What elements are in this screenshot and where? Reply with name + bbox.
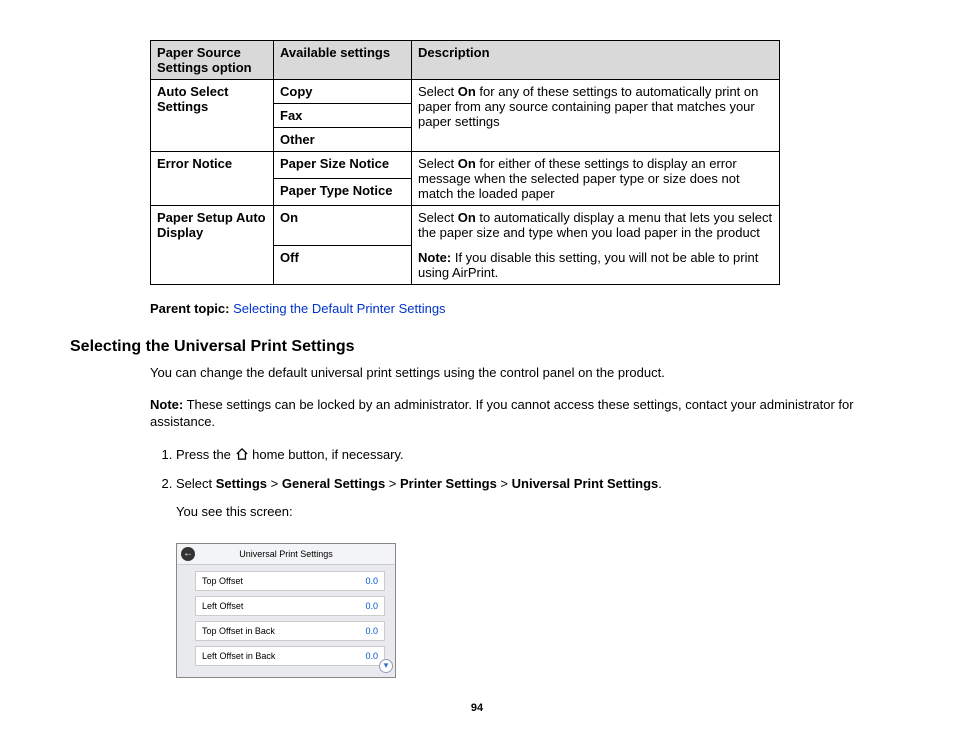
screen-row-label: Left Offset in Back [202,651,275,661]
parent-topic: Parent topic: Selecting the Default Prin… [150,301,894,316]
step-1: Press the home button, if necessary. [176,445,894,465]
screen-row[interactable]: Top Offset in Back 0.0 [195,621,385,641]
screen-titlebar: ← Universal Print Settings [177,544,395,565]
screen-row-value: 0.0 [365,626,378,636]
screen-row[interactable]: Top Offset 0.0 [195,571,385,591]
screen-row[interactable]: Left Offset in Back 0.0 [195,646,385,666]
setting-cell: Copy [274,80,412,104]
setting-cell: Fax [274,104,412,128]
note-text: Note: These settings can be locked by an… [150,396,894,431]
scroll-down-icon[interactable]: ▾ [379,659,393,673]
product-screen: ← Universal Print Settings Top Offset 0.0… [176,543,396,678]
step-2: Select Settings > General Settings > Pri… [176,474,894,521]
table-header: Description [412,41,780,80]
paper-source-settings-table: Paper Source Settings option Available s… [150,40,780,285]
screen-row-label: Top Offset [202,576,243,586]
section-heading: Selecting the Universal Print Settings [70,338,894,356]
note-label: Note: [150,397,183,412]
option-cell: Auto Select Settings [151,80,274,152]
screen-row-label: Top Offset in Back [202,626,275,636]
parent-topic-label: Parent topic: [150,301,229,316]
screen-title: Universal Print Settings [239,549,333,559]
screen-row-label: Left Offset [202,601,243,611]
setting-cell: Off [274,245,412,285]
table-header: Available settings [274,41,412,80]
table-header: Paper Source Settings option [151,41,274,80]
option-cell: Error Notice [151,152,274,206]
parent-topic-link[interactable]: Selecting the Default Printer Settings [233,301,445,316]
page-number: 94 [60,702,894,714]
description-cell: Select On for either of these settings t… [412,152,780,206]
setting-cell: Paper Size Notice [274,152,412,179]
option-cell: Paper Setup Auto Display [151,206,274,285]
setting-cell: On [274,206,412,246]
steps-list: Press the home button, if necessary. Sel… [150,445,894,522]
screen-row-value: 0.0 [365,576,378,586]
setting-cell: Paper Type Notice [274,179,412,206]
screen-row-value: 0.0 [365,601,378,611]
description-cell: Select On to automatically display a men… [412,206,780,285]
intro-text: You can change the default universal pri… [150,364,894,382]
description-cell: Select On for any of these settings to a… [412,80,780,152]
screen-row[interactable]: Left Offset 0.0 [195,596,385,616]
back-icon[interactable]: ← [181,547,195,561]
screen-row-value: 0.0 [365,651,378,661]
setting-cell: Other [274,128,412,152]
home-icon [235,446,249,458]
screen-list: Top Offset0.0Left Offset0.0Top Offset in… [177,565,395,677]
step-2-caption: You see this screen: [176,502,894,522]
